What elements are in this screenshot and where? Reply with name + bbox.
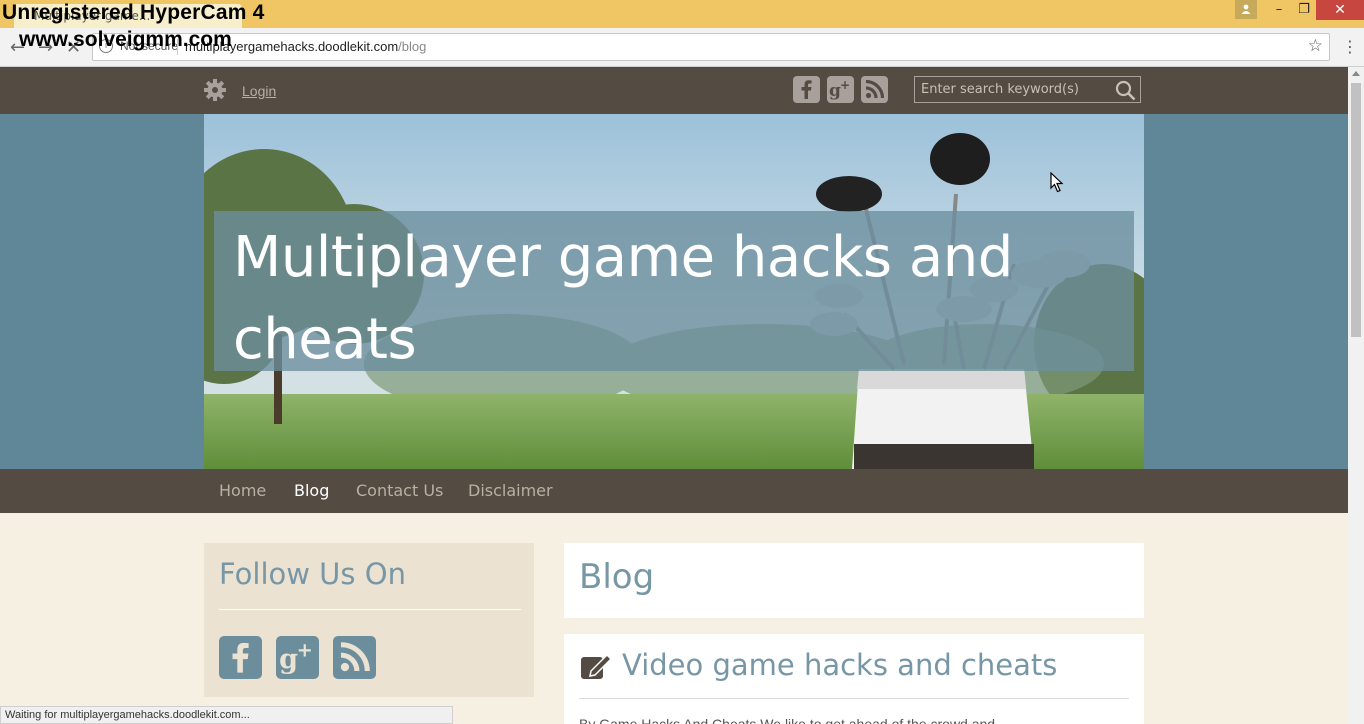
svg-text:g: g <box>279 644 298 675</box>
site-top-bar: Login g + <box>0 67 1348 114</box>
restore-button[interactable]: ❐ <box>1291 0 1317 20</box>
watermark-line-2: www.solveigmm.com <box>19 28 232 51</box>
url-path: /blog <box>398 39 427 54</box>
browser-menu-icon[interactable]: ⋮ <box>1342 37 1358 56</box>
site-title: Multiplayer game hacks and cheats <box>233 225 1013 372</box>
sidebar-title: Follow Us On <box>219 557 406 591</box>
facebook-icon[interactable] <box>793 76 820 103</box>
svg-text:+: + <box>840 78 850 92</box>
scroll-thumb[interactable] <box>1351 83 1361 337</box>
browser-status-bar: Waiting for multiplayergamehacks.doodlek… <box>0 706 453 724</box>
search-box <box>914 76 1141 103</box>
post-title[interactable]: Video game hacks and cheats <box>622 648 1057 682</box>
gear-icon[interactable] <box>203 78 227 102</box>
scroll-up-arrow-icon[interactable] <box>1352 71 1360 76</box>
nav-item-contact-us[interactable]: Contact Us <box>356 481 443 500</box>
nav-item-disclaimer[interactable]: Disclaimer <box>468 481 553 500</box>
blog-header-box: Blog <box>564 543 1144 618</box>
search-input[interactable] <box>915 77 1105 102</box>
profile-button[interactable] <box>1235 0 1257 19</box>
rss-icon[interactable] <box>333 636 376 679</box>
search-icon[interactable] <box>1115 80 1136 101</box>
bookmark-star-icon[interactable]: ☆ <box>1308 36 1323 56</box>
blog-post: Video game hacks and cheats By Game Hack… <box>564 634 1144 724</box>
page-heading: Blog <box>579 557 655 597</box>
sidebar-follow-us: Follow Us On g + <box>204 543 534 697</box>
facebook-icon[interactable] <box>219 636 262 679</box>
google-plus-icon[interactable]: g + <box>827 76 854 103</box>
nav-item-home[interactable]: Home <box>219 481 266 500</box>
sidebar-divider <box>219 609 521 610</box>
web-page: Login g + Enter search keyword(s) Multip… <box>0 67 1348 724</box>
post-divider <box>579 698 1129 699</box>
title-overlay: Multiplayer game hacks and cheats <box>214 211 1134 372</box>
rss-icon[interactable] <box>861 76 888 103</box>
login-link[interactable]: Login <box>242 83 276 99</box>
nav-item-blog[interactable]: Blog <box>294 481 329 500</box>
mouse-cursor-icon <box>1050 172 1064 193</box>
page-scrollbar[interactable] <box>1348 67 1364 724</box>
main-nav: Home Blog Contact Us Disclaimer <box>0 469 1348 513</box>
post-excerpt: By Game Hacks And Cheats We like to get … <box>579 716 996 724</box>
person-icon <box>1241 4 1251 14</box>
google-plus-icon[interactable]: g + <box>276 636 319 679</box>
watermark-line-1: Unregistered HyperCam 4 <box>2 1 265 24</box>
minimize-button[interactable]: – <box>1266 0 1292 20</box>
svg-text:+: + <box>297 639 313 662</box>
close-button[interactable]: ✕ <box>1316 0 1364 20</box>
edit-post-icon <box>581 653 612 679</box>
address-bar[interactable]: i Not secure multiplayergamehacks.doodle… <box>92 33 1330 61</box>
